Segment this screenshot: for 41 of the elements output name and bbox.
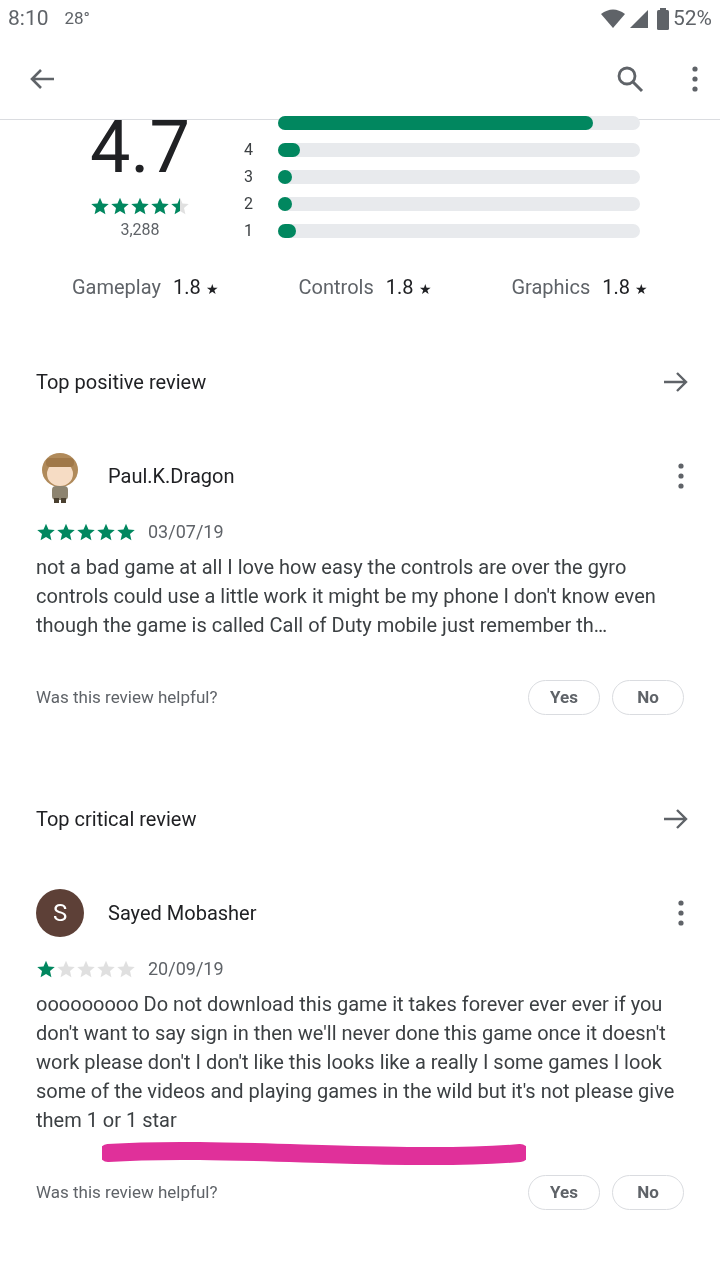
signal-icon [629,9,649,29]
review-date: 03/07/19 [148,520,224,544]
review-text: not a bad game at all I love how easy the controls are over the gyro controls could use a little work it might be my phone I don't know even though the game is called Call of Duty mobile just remember th… [35,554,657,639]
status-time: 8:10 [8,5,49,33]
helpful-question: Was this review helpful? [36,685,219,709]
aspect-score: 1.8 ★ [172,274,219,301]
star-icon [170,196,190,216]
more-icon[interactable] [678,463,684,489]
battery-percent: 52% [673,5,712,33]
histogram-label: 4 [244,139,254,161]
back-icon[interactable] [28,66,56,91]
star-icon [90,196,110,216]
average-rating: 4.7 [90,114,190,182]
review-text: ooooooooo Do not download this game it takes forever ever ever if you don't want to say sign in then we'll never done this game once it doesn't work please don't I don't like this looks like a really I some games I look some of the videos and playing games in the wild but it's not please give them 1 or 1 star [35,991,676,1134]
histogram-label: 2 [244,193,254,215]
arrow-right-icon[interactable] [662,807,690,831]
star-icon [110,196,130,216]
aspect-score: 1.8 ★ [602,274,648,301]
more-icon[interactable] [678,900,684,926]
more-icon[interactable] [692,65,698,92]
section-heading: Top positive review [36,369,207,396]
reviewer-name: Sayed Mobasher [108,900,258,927]
aspect-name: Gameplay [71,274,161,301]
star-icon [150,196,170,216]
status-temperature: 28° [64,7,90,31]
helpful-question: Was this review helpful? [36,1180,219,1204]
reviewer-name: Paul.K.Dragon [108,463,236,490]
rating-count: 3,288 [120,219,160,241]
histogram-label: 1 [244,220,254,242]
aspect-name: Controls [298,274,374,301]
wifi-icon [601,9,625,29]
avatar-letter: S [52,898,68,929]
aspect-score: 1.8 ★ [385,274,432,301]
histogram-label: 3 [244,166,254,188]
aspect-name: Graphics [511,274,591,301]
star-icon [130,196,150,216]
search-icon[interactable] [616,64,644,93]
arrow-right-icon[interactable] [662,370,690,394]
section-heading: Top critical review [36,806,197,833]
battery-icon [657,8,669,30]
review-date: 20/09/19 [148,957,224,981]
